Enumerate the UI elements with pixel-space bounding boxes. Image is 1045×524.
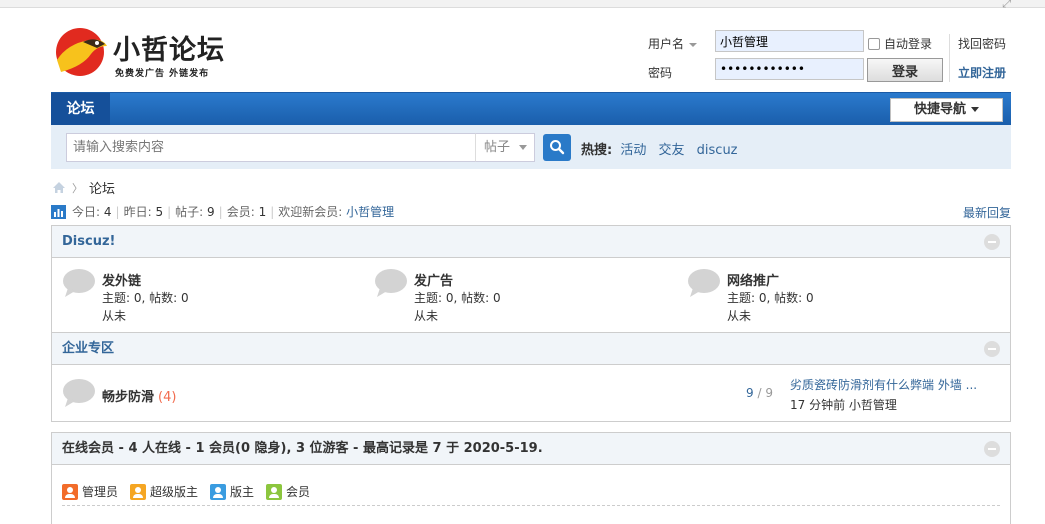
caret-down-icon (519, 145, 528, 150)
category-discuz: Discuz! 发外链 主题: 0, 帖数: 0 从未 发广告 主题: 0, 帖… (51, 225, 1011, 333)
forum-item: 发外链 主题: 0, 帖数: 0 从未 (62, 268, 362, 328)
legend-super-moderator: 超级版主 (130, 483, 198, 500)
stats-chart-icon (51, 204, 66, 219)
caret-down-icon (971, 107, 979, 112)
main-nav: 论坛 快捷导航 (51, 92, 1011, 125)
category-header: 企业专区 (52, 333, 1010, 365)
password-input[interactable] (715, 58, 864, 80)
resize-icon[interactable]: ⤢ (1002, 0, 1011, 11)
home-icon[interactable] (52, 181, 66, 194)
register-link[interactable]: 立即注册 (958, 64, 1006, 81)
divider (62, 505, 1000, 506)
window-top-strip: ⤢ (0, 0, 1045, 11)
category-header: Discuz! (52, 226, 1010, 258)
legend-admin: 管理员 (62, 483, 118, 500)
forum-name[interactable]: 畅步防滑 (4) (102, 386, 176, 405)
forum-row: 畅步防滑 (4) 9 / 9 劣质瓷砖防滑剂有什么弊端 外墙 ... 17 分钟前… (52, 365, 1010, 421)
members-count: 1 (258, 204, 267, 219)
super-moderator-user-icon (130, 483, 147, 500)
forum-last-post: 从未 (102, 309, 127, 323)
logo-subtitle: 免费发广告 外链发布 (115, 69, 210, 79)
tab-forum[interactable]: 论坛 (51, 93, 110, 125)
username-label[interactable]: 用户名 (648, 35, 698, 52)
breadcrumb-separator: 〉 (72, 181, 83, 195)
forum-last-post: 从未 (727, 309, 752, 323)
search-type-select[interactable]: 帖子 (475, 133, 535, 162)
online-title[interactable]: 在线会员 - 4 人在线 - 1 会员(0 隐身), 3 位游客 - 最高记录是… (62, 441, 543, 456)
latest-replies-link[interactable]: 最新回复 (963, 204, 1011, 221)
forum-name[interactable]: 发外链 (102, 270, 141, 289)
breadcrumb: 〉 论坛 (52, 178, 115, 197)
forum-name[interactable]: 网络推广 (727, 270, 779, 289)
forum-last-post: 劣质瓷砖防滑剂有什么弊端 外墙 ... 17 分钟前 小哲管理 (790, 376, 990, 413)
username-input[interactable] (715, 30, 864, 52)
site-logo[interactable]: 小哲论坛 免费发广告 外链发布 (53, 26, 233, 79)
member-user-icon (266, 483, 283, 500)
login-button[interactable]: 登录 (867, 58, 943, 82)
search-input[interactable]: 请输入搜索内容 (66, 133, 476, 162)
legend-member: 会员 (266, 483, 310, 500)
forum-bubble-icon (375, 269, 407, 297)
forum-last-post: 从未 (414, 309, 439, 323)
quick-nav-button[interactable]: 快捷导航 (890, 98, 1003, 122)
online-members: 在线会员 - 4 人在线 - 1 会员(0 隐身), 3 位游客 - 最高记录是… (51, 432, 1011, 524)
forum-bubble-icon (63, 379, 95, 407)
collapse-icon[interactable] (984, 441, 1000, 457)
hot-keyword[interactable]: 活动 (620, 143, 646, 158)
find-password-link[interactable]: 找回密码 (958, 35, 1006, 52)
forum-item: 网络推广 主题: 0, 帖数: 0 从未 (687, 268, 987, 328)
forum-bubble-icon (688, 269, 720, 297)
hot-search: 热搜: 活动 交友 discuz (581, 139, 746, 158)
eagle-logo-icon (56, 28, 107, 76)
legend-moderator: 版主 (210, 483, 254, 500)
password-label: 密码 (648, 66, 673, 80)
forum-meta: 主题: 0, 帖数: 0 (727, 291, 814, 305)
posts-count: 9 (207, 204, 215, 219)
online-header: 在线会员 - 4 人在线 - 1 会员(0 隐身), 3 位游客 - 最高记录是… (52, 433, 1010, 465)
forum-item: 发广告 主题: 0, 帖数: 0 从未 (374, 268, 674, 328)
forum-stats: 今日: 4 | 昨日: 5 | 帖子: 9 | 会员: 1 | 欢迎新会员: 小… (51, 203, 394, 220)
logo-title: 小哲论坛 (113, 35, 225, 66)
forum-bubble-icon (63, 269, 95, 297)
search-button[interactable] (543, 134, 571, 161)
forum-counts: 9 / 9 (746, 386, 773, 400)
chevron-down-icon (689, 42, 698, 47)
search-icon (550, 140, 565, 155)
admin-user-icon (62, 483, 78, 500)
last-post-by[interactable]: 17 分钟前 小哲管理 (790, 396, 990, 413)
forum-name[interactable]: 发广告 (414, 270, 453, 289)
collapse-icon[interactable] (984, 341, 1000, 357)
newest-member-link[interactable]: 小哲管理 (346, 203, 394, 220)
search-bar: 请输入搜索内容 帖子 热搜: 活动 交友 discuz (51, 125, 1011, 169)
moderator-user-icon (210, 483, 227, 500)
autologin-checkbox[interactable]: 自动登录 (868, 35, 932, 52)
collapse-icon[interactable] (984, 234, 1000, 250)
hot-keyword[interactable]: 交友 (659, 143, 685, 158)
category-title[interactable]: Discuz! (62, 234, 115, 249)
yesterday-count: 5 (155, 204, 164, 219)
forum-meta: 主题: 0, 帖数: 0 (414, 291, 501, 305)
last-post-title[interactable]: 劣质瓷砖防滑剂有什么弊端 外墙 ... (790, 376, 980, 393)
category-enterprise: 企业专区 畅步防滑 (4) 9 / 9 劣质瓷砖防滑剂有什么弊端 外墙 ... 1… (51, 332, 1011, 422)
forum-meta: 主题: 0, 帖数: 0 (102, 291, 189, 305)
category-title[interactable]: 企业专区 (62, 341, 114, 356)
login-panel: 用户名 自动登录 找回密码 密码 登录 立即注册 (646, 30, 1016, 84)
divider (949, 34, 950, 82)
today-post-count: (4) (158, 390, 177, 405)
checkbox-icon[interactable] (868, 37, 880, 50)
hot-keyword[interactable]: discuz (697, 143, 738, 158)
today-count: 4 (103, 204, 112, 219)
hot-search-label: 热搜: (581, 143, 613, 158)
breadcrumb-current[interactable]: 论坛 (89, 178, 115, 197)
member-legend: 管理员 超级版主 版主 会员 (52, 465, 1010, 505)
